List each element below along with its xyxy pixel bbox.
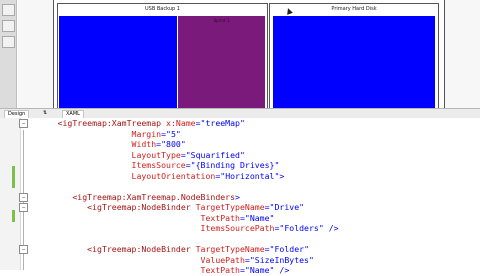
fold-minus-icon[interactable]: −	[19, 119, 28, 128]
treemap-node-title: Primary Hard Disk	[331, 6, 377, 12]
code-token: "	[304, 244, 309, 254]
code-token: ="	[156, 139, 167, 149]
code-token: Folder	[274, 244, 305, 254]
code-token: ="	[215, 170, 226, 181]
code-token: ="	[185, 160, 196, 170]
code-token: Horizontal	[225, 170, 275, 181]
code-line[interactable]	[28, 234, 339, 245]
treemap-canvas[interactable]: USB Backup 1 Sprint 1 Primary Hard Disk	[53, 0, 445, 109]
code-line[interactable]: <igTreemap:NodeBinder TargetTypeName="Dr…	[28, 202, 339, 213]
code-token: ">	[274, 170, 285, 181]
code-token: ="	[244, 254, 255, 265]
code-token: TextPath	[200, 265, 240, 275]
code-token: x:Name	[166, 118, 196, 128]
toolbox-strip	[0, 0, 17, 108]
code-token: 800	[166, 139, 181, 149]
code-token: "	[309, 254, 314, 265]
code-token: " />	[318, 223, 339, 233]
code-line[interactable]: TextPath="Name" />	[28, 265, 339, 276]
code-token: TargetTypeName	[195, 202, 265, 212]
code-token: ItemsSourcePath	[200, 223, 275, 233]
code-token: "	[239, 149, 245, 160]
code-token: TargetTypeName	[195, 244, 265, 254]
treemap-node-usb-backup[interactable]: USB Backup 1 Sprint 1	[57, 3, 268, 109]
code-token: ="	[180, 149, 191, 160]
tile-label: Sprint 1	[213, 18, 230, 23]
code-token: {Binding Drives}	[195, 160, 275, 170]
treemap-node-title: USB Backup 1	[145, 6, 180, 12]
code-line[interactable]	[28, 181, 339, 192]
fold-minus-icon[interactable]: −	[19, 193, 28, 202]
code-token: "	[274, 160, 280, 170]
editor-gutter	[0, 118, 21, 270]
treemap-tile[interactable]: Sprint 1	[178, 16, 265, 108]
code-token: <igTreemap:XamTreemap	[57, 118, 167, 128]
code-line[interactable]: LayoutOrientation="Horizontal">	[28, 171, 339, 182]
code-line[interactable]: Width="800"	[28, 139, 339, 150]
fold-minus-icon[interactable]: −	[19, 245, 28, 254]
xaml-code-editor[interactable]: − − − − <igTreemap:XamTreemap x:Name="tr…	[0, 118, 480, 275]
code-token: " />	[269, 265, 290, 275]
code-token: ItemsSource	[131, 160, 186, 170]
toolbox-button[interactable]	[2, 4, 15, 16]
code-line[interactable]: ItemsSource="{Binding Drives}"	[28, 160, 339, 171]
code-token: Folders	[284, 223, 319, 233]
code-token: ="	[239, 212, 250, 223]
code-token: ValuePath	[200, 254, 245, 265]
code-token: Drive	[274, 202, 300, 212]
code-token: "	[175, 128, 181, 139]
swap-glyph: ⇅	[43, 110, 48, 116]
code-token: treeMap	[205, 118, 240, 128]
code-line[interactable]: LayoutType="Squarified"	[28, 150, 339, 161]
code-line[interactable]: <igTreemap:NodeBinder TargetTypeName="Fo…	[28, 244, 339, 255]
code-line[interactable]: <igTreemap:XamTreemap x:Name="treeMap"	[28, 118, 339, 129]
treemap-tile[interactable]	[273, 16, 435, 108]
code-token: <igTreemap:NodeBinder	[87, 244, 196, 254]
code-token: Name	[249, 265, 270, 275]
tab-design-label: Design	[8, 111, 26, 117]
code-token: "	[239, 118, 245, 128]
code-token: ="	[239, 265, 250, 275]
code-token: "	[180, 139, 186, 149]
code-token: ="	[264, 202, 275, 212]
toolbox-button[interactable]	[2, 20, 15, 32]
code-token: <igTreemap:XamTreemap.NodeBinders	[72, 191, 236, 202]
tab-xaml-label: XAML	[66, 111, 80, 117]
code-token: Squarified	[190, 149, 240, 160]
code-token: ="	[161, 128, 171, 139]
code-token: ="	[264, 244, 275, 254]
code-token: <igTreemap:NodeBinder	[87, 202, 196, 212]
code-token: ="	[274, 223, 285, 233]
code-line[interactable]: Margin="5"	[28, 129, 339, 140]
code-token: "	[269, 212, 275, 223]
treemap-node-primary-hard-disk[interactable]: Primary Hard Disk	[269, 3, 439, 109]
treemap-tile[interactable]	[59, 16, 177, 108]
change-indicator	[12, 166, 15, 188]
code-line[interactable]: ValuePath="SizeInBytes"	[28, 255, 339, 266]
swap-panes-icon[interactable]: ⇅	[40, 110, 50, 117]
code-token: ="	[195, 118, 206, 128]
code-token: LayoutType	[131, 149, 181, 160]
code-token: TextPath	[200, 212, 240, 223]
code-token: SizeInBytes	[254, 254, 309, 265]
change-indicator	[12, 210, 15, 222]
code-line[interactable]: ItemsSourcePath="Folders" />	[28, 223, 339, 234]
design-surface: USB Backup 1 Sprint 1 Primary Hard Disk	[18, 0, 480, 109]
toolbox-button[interactable]	[2, 36, 15, 48]
code-token: Name	[249, 212, 270, 223]
code-token: "	[299, 202, 305, 212]
code-token: >	[235, 191, 240, 202]
fold-minus-icon[interactable]: −	[19, 203, 28, 212]
code-token: Margin	[131, 128, 162, 139]
code-token: LayoutOrientation	[131, 170, 216, 181]
code-token: Width	[131, 139, 157, 149]
code-line[interactable]: <igTreemap:XamTreemap.NodeBinders>	[28, 192, 339, 203]
code-lines: <igTreemap:XamTreemap x:Name="treeMap" M…	[28, 118, 339, 276]
code-line[interactable]: TextPath="Name"	[28, 213, 339, 224]
